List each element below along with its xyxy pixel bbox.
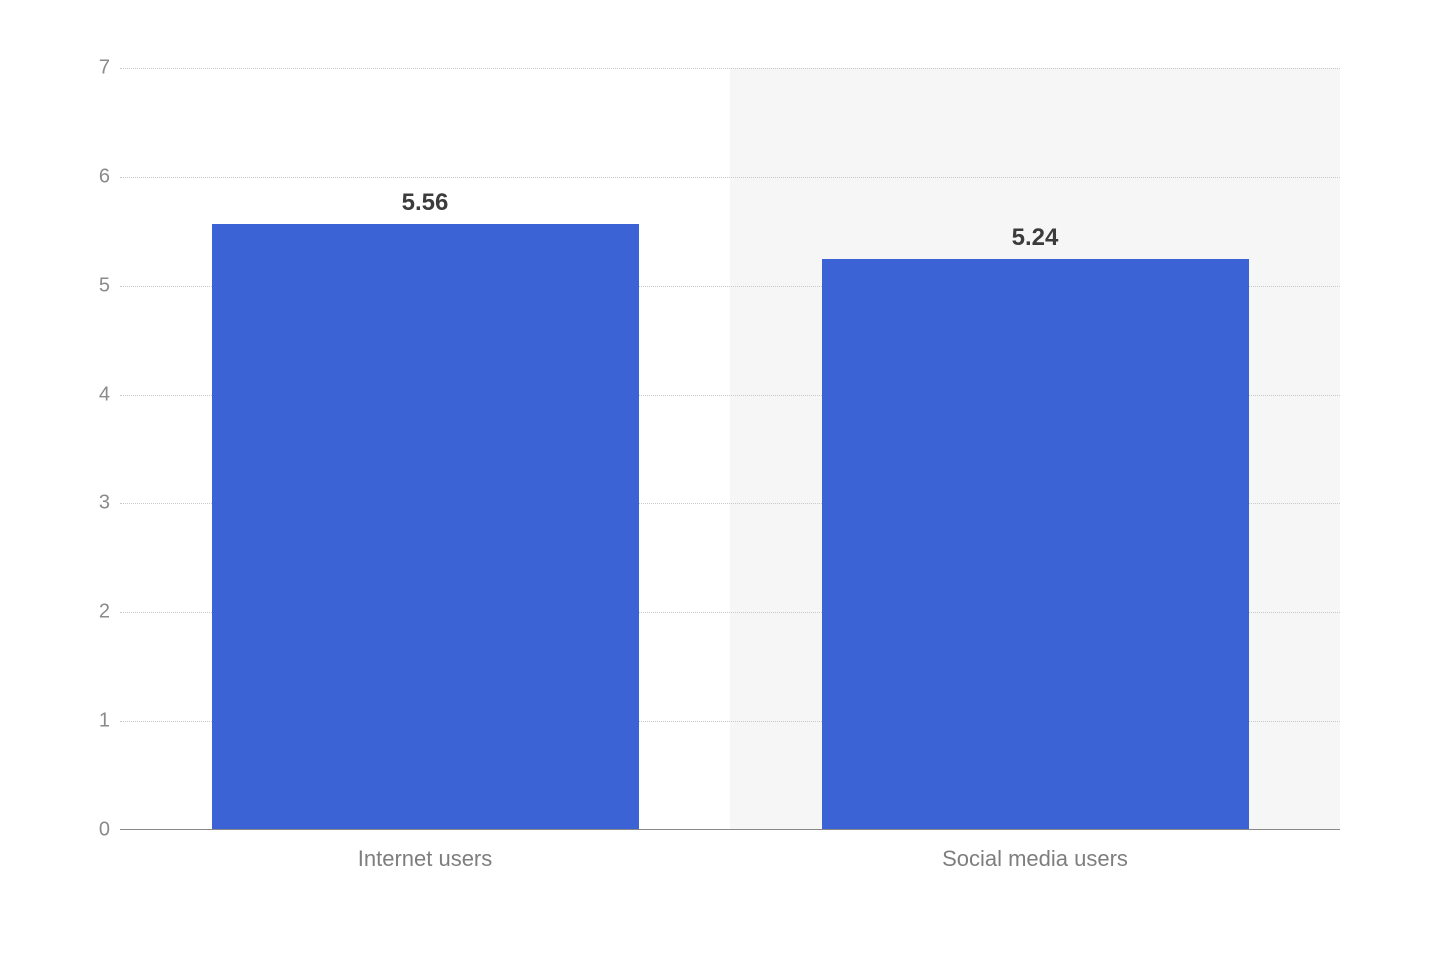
bar[interactable] bbox=[822, 259, 1249, 829]
grid-line bbox=[120, 68, 1340, 69]
y-tick-label: 5 bbox=[70, 274, 110, 297]
y-tick-label: 1 bbox=[70, 710, 110, 733]
y-tick-label: 7 bbox=[70, 57, 110, 80]
y-tick-label: 3 bbox=[70, 492, 110, 515]
y-tick-label: 0 bbox=[70, 819, 110, 842]
y-tick-label: 2 bbox=[70, 601, 110, 624]
x-tick-label: Social media users bbox=[942, 846, 1128, 872]
bar-chart: Number of users in billions 012345675.56… bbox=[0, 0, 1456, 962]
y-tick-label: 6 bbox=[70, 165, 110, 188]
bar-value-label: 5.56 bbox=[402, 189, 449, 225]
x-tick-label: Internet users bbox=[358, 846, 493, 872]
plot-area bbox=[120, 68, 1340, 830]
grid-line bbox=[120, 177, 1340, 178]
bar[interactable] bbox=[212, 224, 639, 829]
y-tick-label: 4 bbox=[70, 383, 110, 406]
bar-value-label: 5.24 bbox=[1012, 224, 1059, 260]
